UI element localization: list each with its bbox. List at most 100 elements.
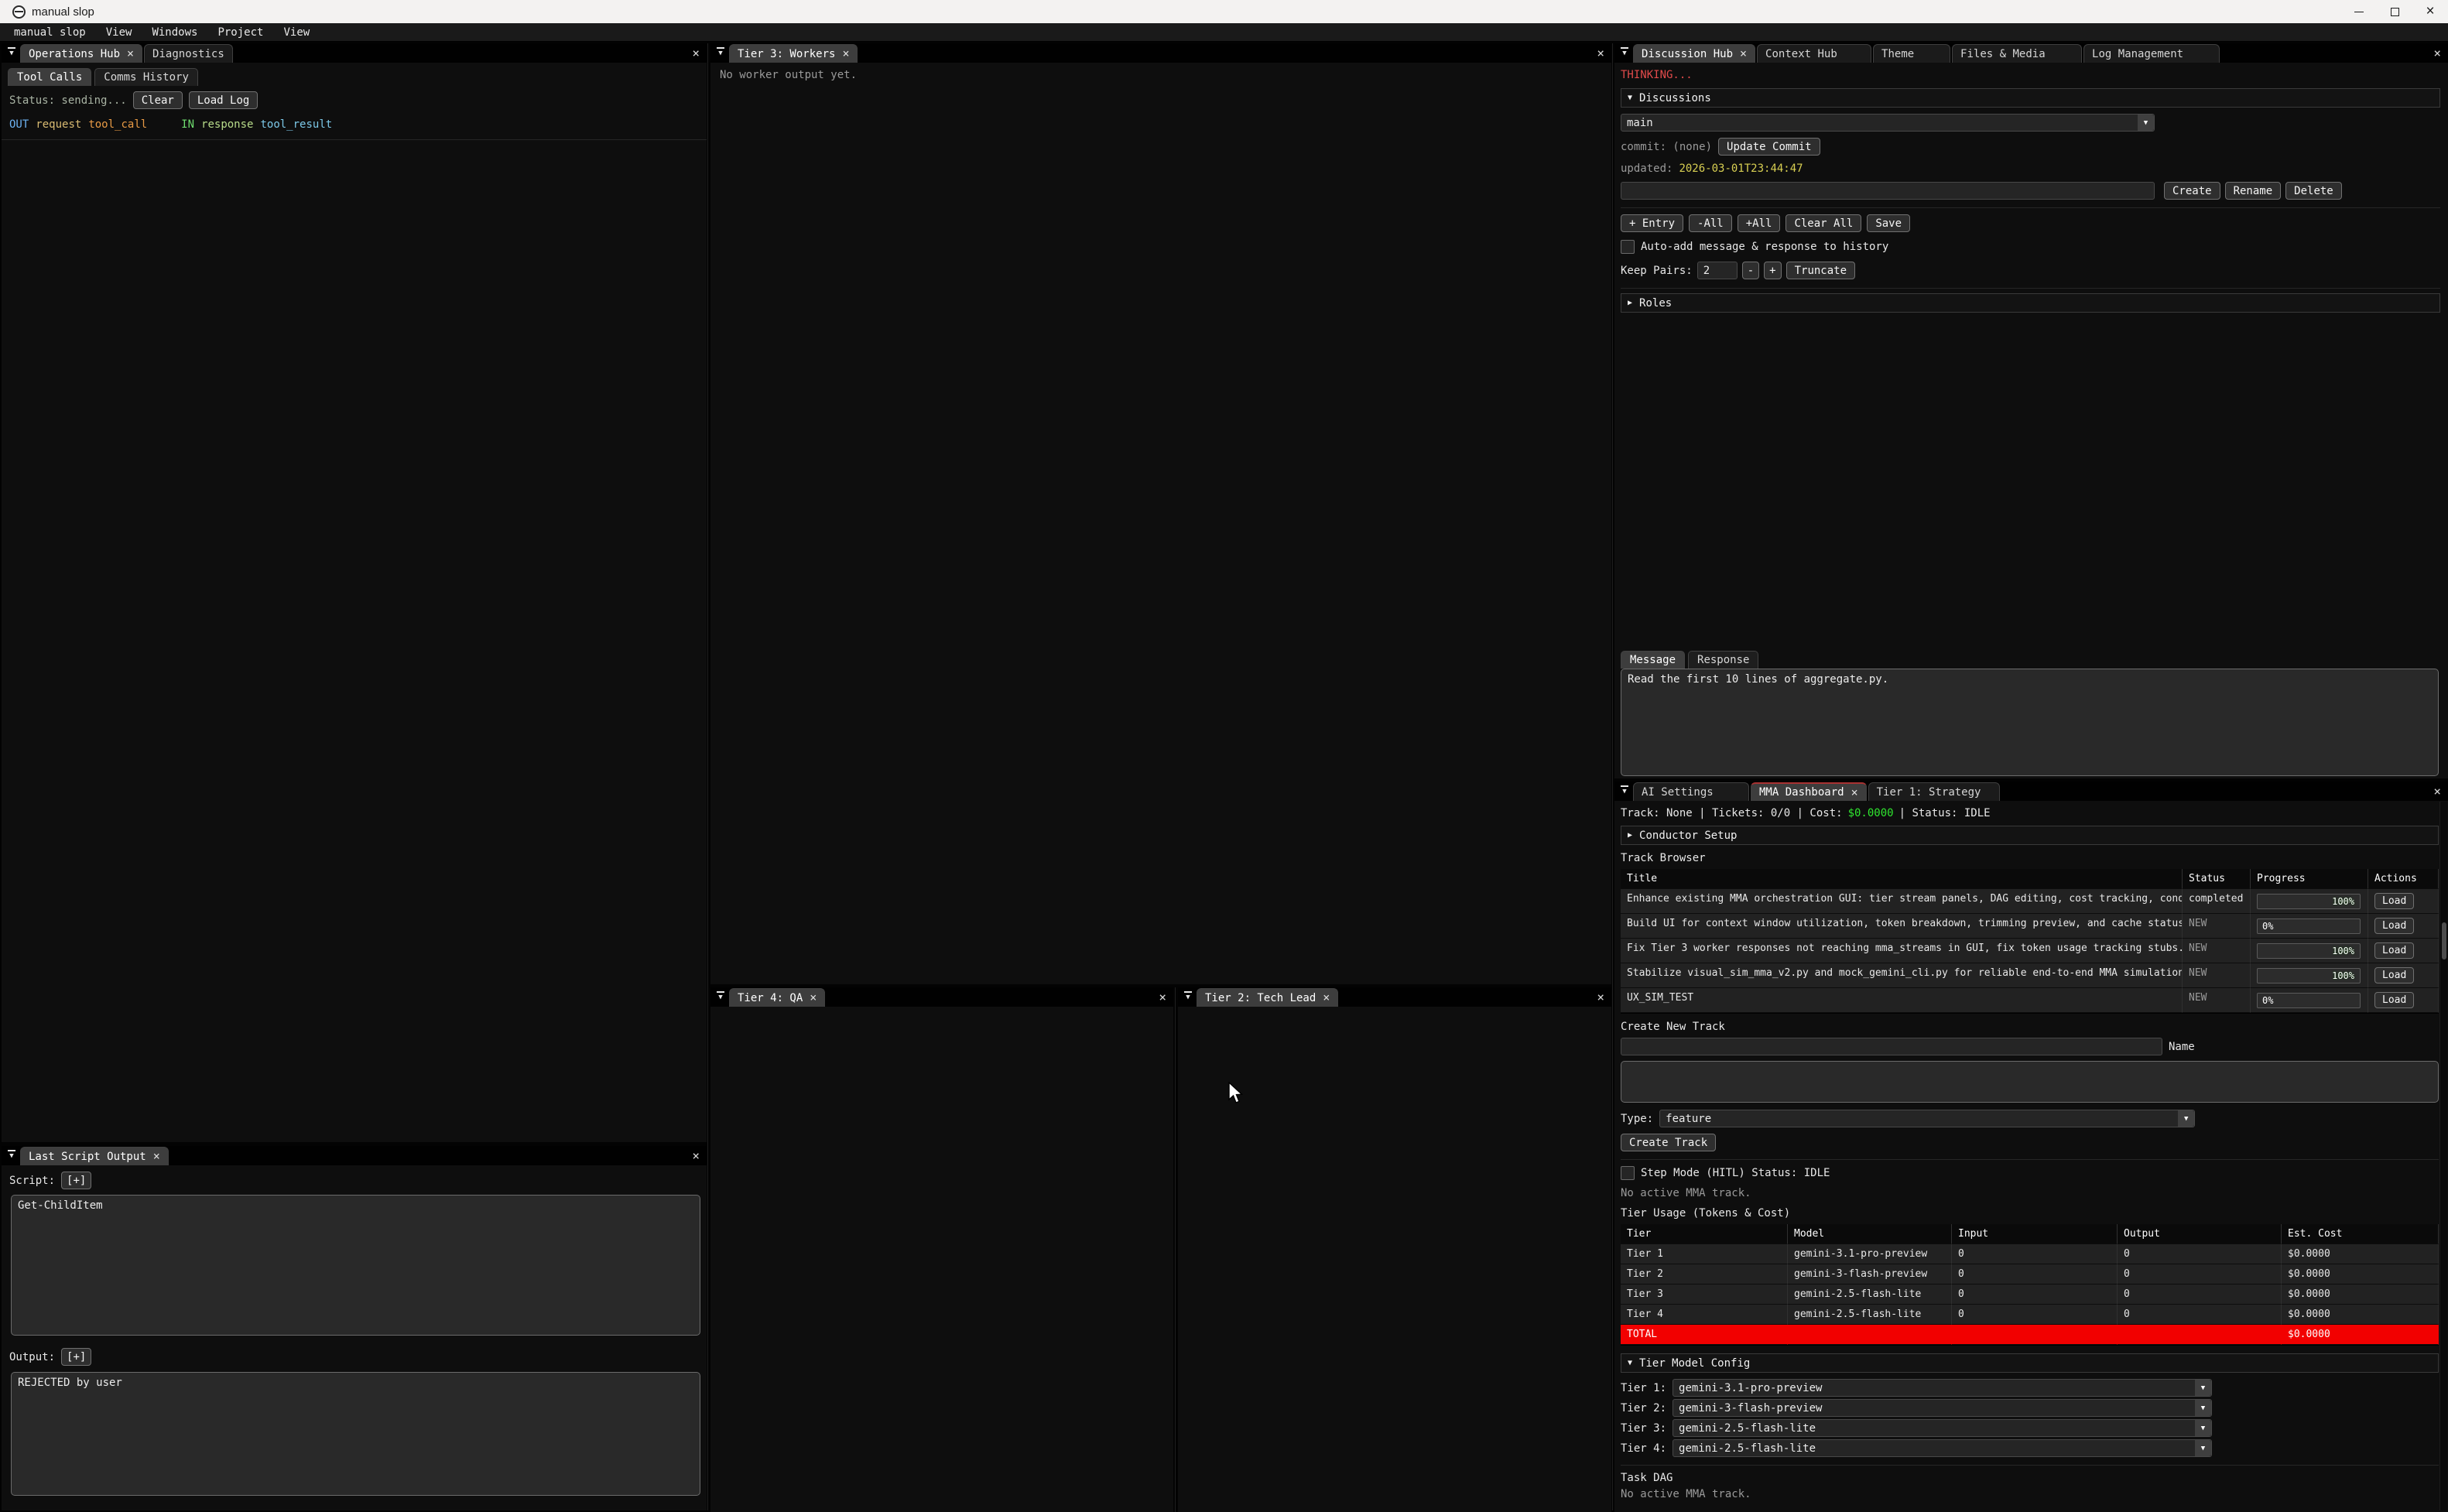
- close-window-button[interactable]: ×: [2412, 0, 2448, 23]
- menu-view-2[interactable]: View: [283, 26, 310, 39]
- increment-button[interactable]: +: [1764, 262, 1781, 279]
- collapse-icon[interactable]: ▼: [1616, 782, 1633, 801]
- tab-close-icon[interactable]: ×: [842, 48, 849, 60]
- track-title: Stabilize visual_sim_mma_v2.py and mock_…: [1621, 963, 2183, 988]
- column-divider[interactable]: [1175, 987, 1176, 1512]
- message-textarea[interactable]: Read the first 10 lines of aggregate.py.: [1621, 669, 2439, 776]
- column-divider[interactable]: [707, 43, 708, 1510]
- tab-close-icon[interactable]: ×: [127, 48, 134, 60]
- decrement-button[interactable]: -: [1742, 262, 1759, 279]
- tab-files-media[interactable]: Files & Media: [1952, 44, 2082, 63]
- load-track-button[interactable]: Load: [2374, 992, 2414, 1008]
- tab-operations-hub[interactable]: Operations Hub ×: [20, 44, 142, 63]
- create-button[interactable]: Create: [2164, 182, 2220, 200]
- tab-discussion-hub[interactable]: Discussion Hub ×: [1633, 44, 1755, 63]
- menu-view-1[interactable]: View: [106, 26, 132, 39]
- panel-close-icon[interactable]: ×: [2433, 782, 2441, 801]
- discussion-select[interactable]: main ▼: [1621, 114, 2155, 132]
- tab-last-script-output[interactable]: Last Script Output ×: [20, 1147, 169, 1165]
- tab-diagnostics[interactable]: Diagnostics: [144, 44, 233, 63]
- tier1-model-select[interactable]: gemini-3.1-pro-preview ▼: [1673, 1379, 2212, 1397]
- load-track-button[interactable]: Load: [2374, 942, 2414, 959]
- load-track-button[interactable]: Load: [2374, 893, 2414, 909]
- auto-add-label: Auto-add message & response to history: [1641, 241, 1888, 253]
- output-expand-button[interactable]: [+]: [61, 1348, 91, 1366]
- tab-tier2-tech-lead[interactable]: Tier 2: Tech Lead ×: [1197, 988, 1338, 1007]
- progress-bar: 100%: [2257, 894, 2361, 909]
- track-type-select[interactable]: feature ▼: [1659, 1110, 2195, 1127]
- collapse-icon[interactable]: ▼: [3, 1146, 20, 1165]
- rename-button[interactable]: Rename: [2225, 182, 2282, 200]
- auto-add-checkbox[interactable]: [1621, 240, 1635, 254]
- tab-close-icon[interactable]: ×: [810, 992, 817, 1004]
- panel-close-icon[interactable]: ×: [692, 43, 700, 63]
- clear-all-button[interactable]: Clear All: [1785, 214, 1861, 232]
- output-textarea[interactable]: REJECTED by user: [11, 1372, 700, 1496]
- tab-message[interactable]: Message: [1621, 651, 1685, 669]
- collapse-icon[interactable]: ▼: [712, 43, 729, 63]
- scrollbar-handle[interactable]: [2442, 922, 2446, 960]
- collapse-icon[interactable]: ▼: [712, 987, 729, 1007]
- tier-model-config-header[interactable]: ▼ Tier Model Config: [1621, 1353, 2439, 1373]
- maximize-button[interactable]: [2377, 0, 2412, 23]
- panel-close-icon[interactable]: ×: [1597, 987, 1604, 1007]
- panel-close-icon[interactable]: ×: [692, 1146, 700, 1165]
- menu-project[interactable]: Project: [217, 26, 263, 39]
- tab-tier3-workers[interactable]: Tier 3: Workers ×: [729, 44, 858, 63]
- script-expand-button[interactable]: [+]: [61, 1172, 91, 1189]
- track-name-input[interactable]: [1621, 1038, 2162, 1055]
- tab-comms-history[interactable]: Comms History: [94, 68, 198, 86]
- collapse-icon[interactable]: ▼: [3, 43, 20, 63]
- roles-header[interactable]: ▶ Roles: [1621, 293, 2440, 313]
- tab-close-icon[interactable]: ×: [1740, 48, 1747, 60]
- tab-context-hub[interactable]: Context Hub: [1757, 44, 1871, 63]
- panel-close-icon[interactable]: ×: [1597, 43, 1604, 63]
- load-track-button[interactable]: Load: [2374, 918, 2414, 934]
- tier3-model-select[interactable]: gemini-2.5-flash-lite ▼: [1673, 1419, 2212, 1437]
- add-entry-button[interactable]: + Entry: [1621, 214, 1683, 232]
- delete-button[interactable]: Delete: [2285, 182, 2342, 200]
- collapse-icon[interactable]: ▼: [1616, 43, 1633, 63]
- tab-tool-calls[interactable]: Tool Calls: [8, 68, 91, 86]
- tab-theme[interactable]: Theme: [1873, 44, 1950, 63]
- expand-all-button[interactable]: +All: [1738, 214, 1781, 232]
- track-description-textarea[interactable]: [1621, 1061, 2439, 1103]
- vertical-scrollbar[interactable]: [2439, 802, 2447, 1510]
- tab-response[interactable]: Response: [1688, 651, 1758, 669]
- discussion-name-input[interactable]: [1621, 182, 2155, 200]
- track-actions-cell: Load: [2368, 963, 2439, 988]
- panel-close-icon[interactable]: ×: [1159, 987, 1166, 1007]
- menu-manual-slop[interactable]: manual slop: [14, 26, 86, 39]
- step-mode-checkbox[interactable]: [1621, 1166, 1635, 1180]
- tab-log-management[interactable]: Log Management: [2083, 44, 2220, 63]
- truncate-button[interactable]: Truncate: [1786, 262, 1855, 279]
- tab-ai-settings[interactable]: AI Settings: [1633, 782, 1749, 801]
- panel-close-icon[interactable]: ×: [2433, 43, 2441, 63]
- tab-close-icon[interactable]: ×: [153, 1151, 160, 1162]
- save-button[interactable]: Save: [1867, 214, 1910, 232]
- load-log-button[interactable]: Load Log: [189, 91, 258, 109]
- collapse-icon[interactable]: ▼: [1179, 987, 1197, 1007]
- load-track-button[interactable]: Load: [2374, 967, 2414, 983]
- keep-pairs-input[interactable]: [1697, 262, 1738, 279]
- tab-tier4-qa[interactable]: Tier 4: QA ×: [729, 988, 825, 1007]
- tab-close-icon[interactable]: ×: [1851, 787, 1858, 799]
- minimize-button[interactable]: [2341, 0, 2377, 23]
- script-textarea[interactable]: Get-ChildItem: [11, 1195, 700, 1336]
- clear-button[interactable]: Clear: [133, 91, 183, 109]
- track-title: Build UI for context window utilization,…: [1621, 914, 2183, 939]
- menu-windows[interactable]: Windows: [152, 26, 197, 39]
- tab-tier1-strategy[interactable]: Tier 1: Strategy: [1868, 782, 2000, 801]
- column-divider[interactable]: [1612, 43, 1613, 1510]
- tier2-model-select[interactable]: gemini-3-flash-preview ▼: [1673, 1399, 2212, 1417]
- collapse-all-button[interactable]: -All: [1689, 214, 1732, 232]
- conductor-setup-header[interactable]: ▶ Conductor Setup: [1621, 826, 2439, 845]
- create-track-button[interactable]: Create Track: [1621, 1134, 1716, 1151]
- tier4-model-select[interactable]: gemini-2.5-flash-lite ▼: [1673, 1439, 2212, 1457]
- progress-label: 100%: [2332, 896, 2354, 907]
- tab-close-icon[interactable]: ×: [1323, 992, 1330, 1004]
- discussions-header[interactable]: ▼ Discussions: [1621, 88, 2440, 108]
- tab-mma-dashboard[interactable]: MMA Dashboard ×: [1751, 782, 1867, 801]
- update-commit-button[interactable]: Update Commit: [1718, 138, 1820, 156]
- tab-label: Theme: [1881, 48, 1914, 60]
